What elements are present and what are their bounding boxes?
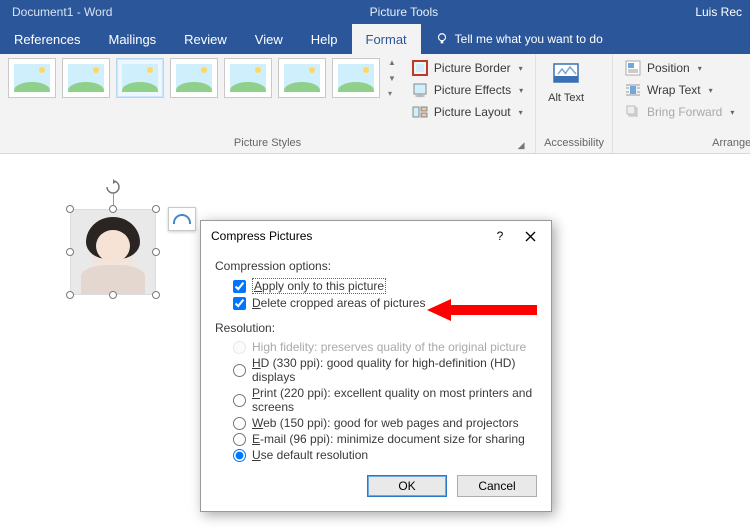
- picture-style-thumb[interactable]: [116, 58, 164, 98]
- ribbon: ▲ ▼ ▾ Picture Border ▾ Picture Effects ▾ P…: [0, 54, 750, 154]
- cancel-button[interactable]: Cancel: [457, 475, 537, 497]
- ok-button[interactable]: OK: [367, 475, 447, 497]
- picture-effects-icon: [412, 82, 428, 98]
- resize-handle[interactable]: [152, 291, 160, 299]
- document-title: Document1 - Word: [0, 5, 112, 19]
- high-fidelity-label: High fidelity: preserves quality of the …: [252, 340, 526, 354]
- resize-handle[interactable]: [66, 205, 74, 213]
- chevron-down-icon: ▾: [730, 108, 734, 117]
- resize-handle[interactable]: [66, 291, 74, 299]
- tab-mailings[interactable]: Mailings: [94, 24, 170, 54]
- hd-radio[interactable]: [233, 364, 246, 377]
- delete-cropped-checkbox[interactable]: [233, 297, 246, 310]
- tell-me-search[interactable]: Tell me what you want to do: [421, 24, 603, 54]
- web-radio[interactable]: [233, 417, 246, 430]
- contextual-tab-label: Picture Tools: [354, 5, 454, 19]
- title-bar: Document1 - Word Picture Tools Luis Rec: [0, 0, 750, 24]
- alt-text-label: Alt Text: [548, 92, 584, 104]
- tab-review[interactable]: Review: [170, 24, 241, 54]
- user-name: Luis Rec: [695, 5, 750, 19]
- dialog-titlebar[interactable]: Compress Pictures ?: [201, 221, 551, 251]
- picture-style-thumb[interactable]: [62, 58, 110, 98]
- picture-border-button[interactable]: Picture Border ▾: [408, 58, 527, 78]
- chevron-down-icon: ▾: [698, 64, 702, 73]
- help-button[interactable]: ?: [485, 224, 515, 248]
- dialog-title: Compress Pictures: [211, 229, 485, 243]
- resize-handle[interactable]: [109, 205, 117, 213]
- resolution-label: Resolution:: [215, 321, 537, 335]
- group-label-arrange: Arrange: [621, 135, 750, 153]
- position-icon: [625, 60, 641, 76]
- position-label: Position: [647, 61, 690, 75]
- wrap-text-button[interactable]: Wrap Text ▾: [621, 80, 738, 100]
- rotate-stem: [113, 193, 114, 205]
- default-resolution-radio[interactable]: [233, 449, 246, 462]
- resize-handle[interactable]: [152, 248, 160, 256]
- chevron-down-icon: ▾: [519, 64, 523, 73]
- dialog-launcher-icon[interactable]: ◢: [515, 139, 527, 151]
- resize-handle[interactable]: [152, 205, 160, 213]
- annotation-arrow-icon: [427, 297, 537, 323]
- group-label-picture-styles: Picture Styles ◢: [8, 135, 527, 153]
- picture-layout-icon: [412, 104, 428, 120]
- tab-references[interactable]: References: [0, 24, 94, 54]
- gallery-scroll-up-icon[interactable]: ▲: [388, 58, 396, 67]
- email-radio[interactable]: [233, 433, 246, 446]
- chevron-down-icon: ▾: [519, 108, 523, 117]
- apply-only-checkbox[interactable]: [233, 280, 246, 293]
- hd-label[interactable]: HD (330 ppi): good quality for high-defi…: [252, 356, 537, 384]
- group-label-accessibility: Accessibility: [544, 135, 604, 153]
- bring-forward-icon: [625, 104, 641, 120]
- tab-view[interactable]: View: [241, 24, 297, 54]
- print-label[interactable]: Print (220 ppi): excellent quality on mo…: [252, 386, 537, 414]
- picture-layout-label: Picture Layout: [434, 105, 511, 119]
- picture-style-thumb[interactable]: [278, 58, 326, 98]
- bring-forward-button[interactable]: Bring Forward ▾: [621, 102, 738, 122]
- high-fidelity-radio: [233, 341, 246, 354]
- print-radio[interactable]: [233, 394, 246, 407]
- layout-options-button[interactable]: [168, 207, 196, 231]
- picture-style-thumb[interactable]: [8, 58, 56, 98]
- compress-pictures-dialog: Compress Pictures ? Compression options:…: [200, 220, 552, 512]
- default-resolution-label[interactable]: Use default resolution: [252, 448, 368, 462]
- tell-me-label: Tell me what you want to do: [455, 32, 603, 46]
- email-label[interactable]: E-mail (96 ppi): minimize document size …: [252, 432, 525, 446]
- lightbulb-icon: [435, 32, 449, 46]
- picture-effects-label: Picture Effects: [434, 83, 511, 97]
- gallery-more-icon[interactable]: ▾: [388, 89, 396, 98]
- chevron-down-icon: ▾: [709, 86, 713, 95]
- picture-border-icon: [412, 60, 428, 76]
- tab-help[interactable]: Help: [297, 24, 352, 54]
- close-icon: [525, 231, 536, 242]
- picture-effects-button[interactable]: Picture Effects ▾: [408, 80, 527, 100]
- alt-text-button[interactable]: Alt Text: [544, 58, 588, 104]
- wrap-text-icon: [625, 82, 641, 98]
- chevron-down-icon: ▾: [519, 86, 523, 95]
- position-button[interactable]: Position ▾: [621, 58, 738, 78]
- question-icon: ?: [497, 229, 504, 243]
- picture-layout-button[interactable]: Picture Layout ▾: [408, 102, 527, 122]
- picture-style-thumb[interactable]: [332, 58, 380, 98]
- gallery-scroll-down-icon[interactable]: ▼: [388, 74, 396, 83]
- ribbon-tabs: References Mailings Review View Help For…: [0, 24, 750, 54]
- bring-forward-label: Bring Forward: [647, 105, 722, 119]
- resize-handle[interactable]: [66, 248, 74, 256]
- selected-picture[interactable]: [70, 209, 156, 295]
- close-button[interactable]: [515, 224, 545, 248]
- delete-cropped-label[interactable]: Delete cropped areas of pictures: [252, 296, 425, 310]
- tab-format[interactable]: Format: [352, 24, 421, 54]
- alt-text-icon: [551, 60, 581, 90]
- resize-handle[interactable]: [109, 291, 117, 299]
- layout-options-icon: [173, 214, 191, 224]
- apply-only-label[interactable]: Apply only to this picture: [252, 278, 386, 294]
- picture-border-label: Picture Border: [434, 61, 511, 75]
- picture-content: [70, 209, 156, 295]
- compression-options-label: Compression options:: [215, 259, 537, 273]
- picture-style-thumb[interactable]: [170, 58, 218, 98]
- picture-style-thumb[interactable]: [224, 58, 272, 98]
- wrap-text-label: Wrap Text: [647, 83, 701, 97]
- web-label[interactable]: Web (150 ppi): good for web pages and pr…: [252, 416, 519, 430]
